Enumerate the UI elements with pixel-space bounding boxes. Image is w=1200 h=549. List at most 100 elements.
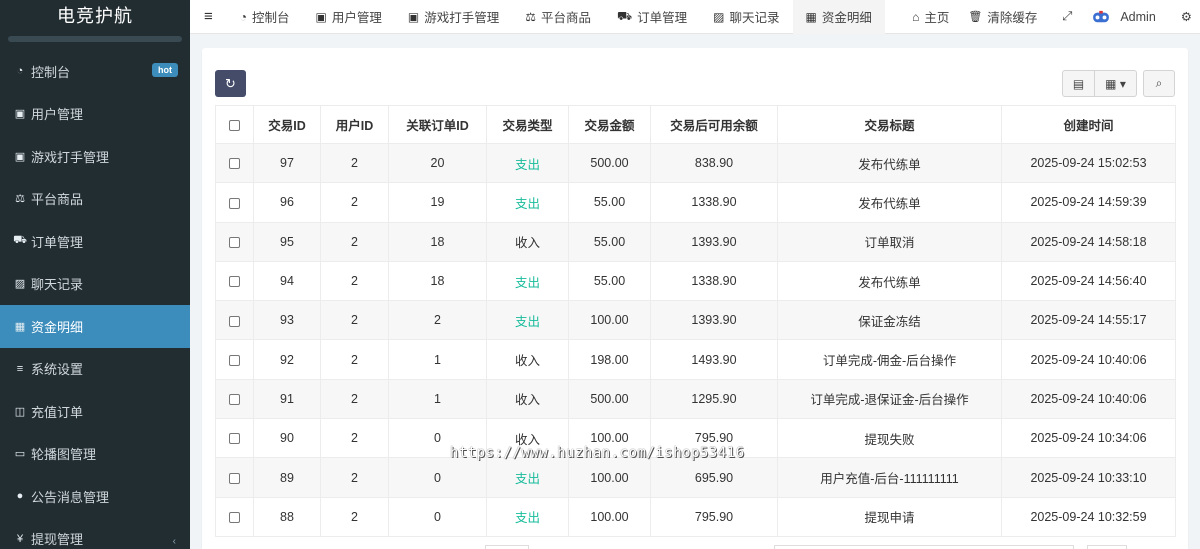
comment-icon: ● <box>16 490 24 503</box>
col-header[interactable]: 用户ID <box>320 105 389 144</box>
avatar <box>1093 10 1110 22</box>
row-select-cell <box>215 418 254 459</box>
row-select-cell <box>215 378 254 420</box>
created-time: 2025-09-24 14:56:40 <box>1001 260 1176 302</box>
row-checkbox[interactable] <box>229 197 240 209</box>
fullscreen-icon[interactable]: ⤢ <box>1050 0 1084 34</box>
table-row[interactable]: 94 2 18 支出 55.00 1338.90 发布代练单 2025-09-24 14:56… <box>215 260 1176 302</box>
clear-cache-label: 清除缓存 <box>987 11 1038 25</box>
cc-icon: ▭ <box>14 448 26 461</box>
row-checkbox[interactable] <box>229 158 240 170</box>
sidebar-item[interactable]: ≡ 系统设置 <box>0 348 190 391</box>
order-id: 20 <box>388 142 487 184</box>
sidebar-item[interactable]: ▣ 用户管理 <box>0 93 190 136</box>
nav-tab[interactable]: ▨ 聊天记录 <box>700 0 792 34</box>
nav-tab-label: 用户管理 <box>331 11 382 25</box>
sidebar-item-label: 用户管理 <box>31 107 84 123</box>
balance-after: 1295.90 <box>650 378 778 420</box>
user-menu[interactable]: Admin <box>1084 0 1168 34</box>
content-panel: ↻ ▤ ▦ ▾ ⌕ 交易ID 用户ID 关联订单ID 交易类型 交易金额 交易后… <box>202 48 1188 549</box>
row-checkbox[interactable] <box>229 512 240 524</box>
clear-cache-button[interactable]: 🗑 清除缓存 <box>962 0 1050 34</box>
search-button[interactable]: ⌕ <box>1143 70 1175 97</box>
page-size-dropdown[interactable] <box>485 545 529 549</box>
table-row[interactable]: 89 2 0 支出 100.00 695.90 用户充值-后台-111111111 2025-… <box>215 457 1176 498</box>
created-time: 2025-09-24 10:34:06 <box>1001 418 1176 459</box>
col-header[interactable]: 交易类型 <box>486 105 569 144</box>
page-jump[interactable] <box>1087 545 1127 549</box>
user-name: Admin <box>1120 9 1156 24</box>
table-row[interactable]: 97 2 20 支出 500.00 838.90 发布代练单 2025-09-24 15:02… <box>215 142 1176 184</box>
col-header[interactable]: 交易金额 <box>568 105 651 144</box>
table-view-icon: ▤ <box>1072 76 1085 91</box>
transaction-type: 收入 <box>486 221 569 262</box>
order-id: 18 <box>388 221 487 262</box>
table-row[interactable]: 92 2 1 收入 198.00 1493.90 订单完成-佣金-后台操作 2025-09-2… <box>215 339 1176 380</box>
balance-after: 1338.90 <box>650 182 778 223</box>
home-link[interactable]: ⌂ 主页 <box>899 0 962 34</box>
refresh-icon: ↻ <box>225 75 236 91</box>
col-header[interactable]: 交易标题 <box>777 105 1002 144</box>
nav-tab[interactable]: ▦ 资金明细 <box>792 0 885 34</box>
table-row[interactable]: 95 2 18 收入 55.00 1393.90 订单取消 2025-09-24 14:58:… <box>215 221 1176 262</box>
sidebar-item[interactable]: ⛟ 订单管理 <box>0 220 190 263</box>
user-id: 2 <box>320 339 389 380</box>
sidebar-item[interactable]: ▣ 游戏打手管理 <box>0 135 190 178</box>
row-checkbox[interactable] <box>229 354 240 366</box>
user-id: 2 <box>320 418 389 459</box>
row-checkbox[interactable] <box>229 433 240 445</box>
nav-tab[interactable]: ▣ 游戏打手管理 <box>395 0 512 34</box>
columns-dropdown-button[interactable]: ▦ ▾ <box>1095 70 1137 97</box>
sidebar-item[interactable]: ¥ 提现管理 ‹ <box>0 518 190 549</box>
table-row[interactable]: 96 2 19 支出 55.00 1338.90 发布代练单 2025-09-24 14:59… <box>215 182 1176 223</box>
transaction-type: 支出 <box>486 260 569 302</box>
menu-toggle-icon[interactable]: ≡ <box>190 0 227 34</box>
transaction-type: 支出 <box>486 300 569 341</box>
row-checkbox[interactable] <box>229 394 240 406</box>
nav-tab[interactable]: ▣ 用户管理 <box>303 0 395 34</box>
sidebar-item[interactable]: ◫ 充值订单 <box>0 390 190 433</box>
home-icon: ⌂ <box>912 9 920 24</box>
table-row[interactable]: 88 2 0 支出 100.00 795.90 提现申请 2025-09-24 10:32:5… <box>215 496 1176 537</box>
col-header[interactable]: 创建时间 <box>1001 105 1176 144</box>
col-header[interactable]: 关联订单ID <box>388 105 487 144</box>
select-all-cell <box>215 105 254 144</box>
table-row[interactable]: 93 2 2 支出 100.00 1393.90 保证金冻结 2025-09-24 14:55… <box>215 300 1176 341</box>
sidebar-item[interactable]: ◔ 控制台 hot <box>0 50 190 93</box>
transaction-title: 提现失败 <box>777 418 1002 459</box>
order-id: 0 <box>388 457 487 498</box>
sidebar-item[interactable]: ● 公告消息管理 <box>0 475 190 518</box>
cart-icon: ⛟ <box>13 234 27 247</box>
row-select-cell <box>215 142 254 184</box>
app-logo[interactable]: 电竞护航 <box>0 0 190 36</box>
user-icon: ▣ <box>407 9 420 24</box>
row-checkbox[interactable] <box>229 315 240 327</box>
toggle-view-button[interactable]: ▤ <box>1062 70 1095 97</box>
sidebar-item[interactable]: ▦ 资金明细 <box>0 305 190 348</box>
sidebar-item[interactable]: ⚖ 平台商品 <box>0 178 190 221</box>
nav-tab[interactable]: ◔ 控制台 <box>227 0 303 34</box>
pagination[interactable] <box>774 545 1074 549</box>
col-header[interactable]: 交易ID <box>253 105 321 144</box>
nav-tab-label: 聊天记录 <box>729 11 780 25</box>
nav-tab-label: 资金明细 <box>821 11 872 25</box>
row-select-cell <box>215 182 254 223</box>
book-icon: ◫ <box>14 405 26 418</box>
row-checkbox[interactable] <box>229 236 240 248</box>
nav-tab-label: 游戏打手管理 <box>424 11 500 25</box>
refresh-button[interactable]: ↻ <box>215 70 246 97</box>
row-select-cell <box>215 300 254 341</box>
created-time: 2025-09-24 14:58:18 <box>1001 221 1176 262</box>
select-all-checkbox[interactable] <box>229 119 240 131</box>
col-header[interactable]: 交易后可用余额 <box>650 105 778 144</box>
nav-tab[interactable]: ⚖ 平台商品 <box>512 0 604 34</box>
settings-gear-icon[interactable]: ⚙ <box>1169 0 1200 34</box>
nav-tab[interactable]: ⛟ 订单管理 <box>604 0 700 34</box>
user-id: 2 <box>320 260 389 302</box>
sidebar-item[interactable]: ▨ 聊天记录 <box>0 263 190 306</box>
row-checkbox[interactable] <box>229 276 240 288</box>
chevron-left-icon: ‹ <box>172 535 176 547</box>
row-checkbox[interactable] <box>229 472 240 484</box>
table-row[interactable]: 91 2 1 收入 500.00 1295.90 订单完成-退保证金-后台操作 2025-09… <box>215 378 1176 420</box>
sidebar-item[interactable]: ▭ 轮播图管理 <box>0 433 190 476</box>
